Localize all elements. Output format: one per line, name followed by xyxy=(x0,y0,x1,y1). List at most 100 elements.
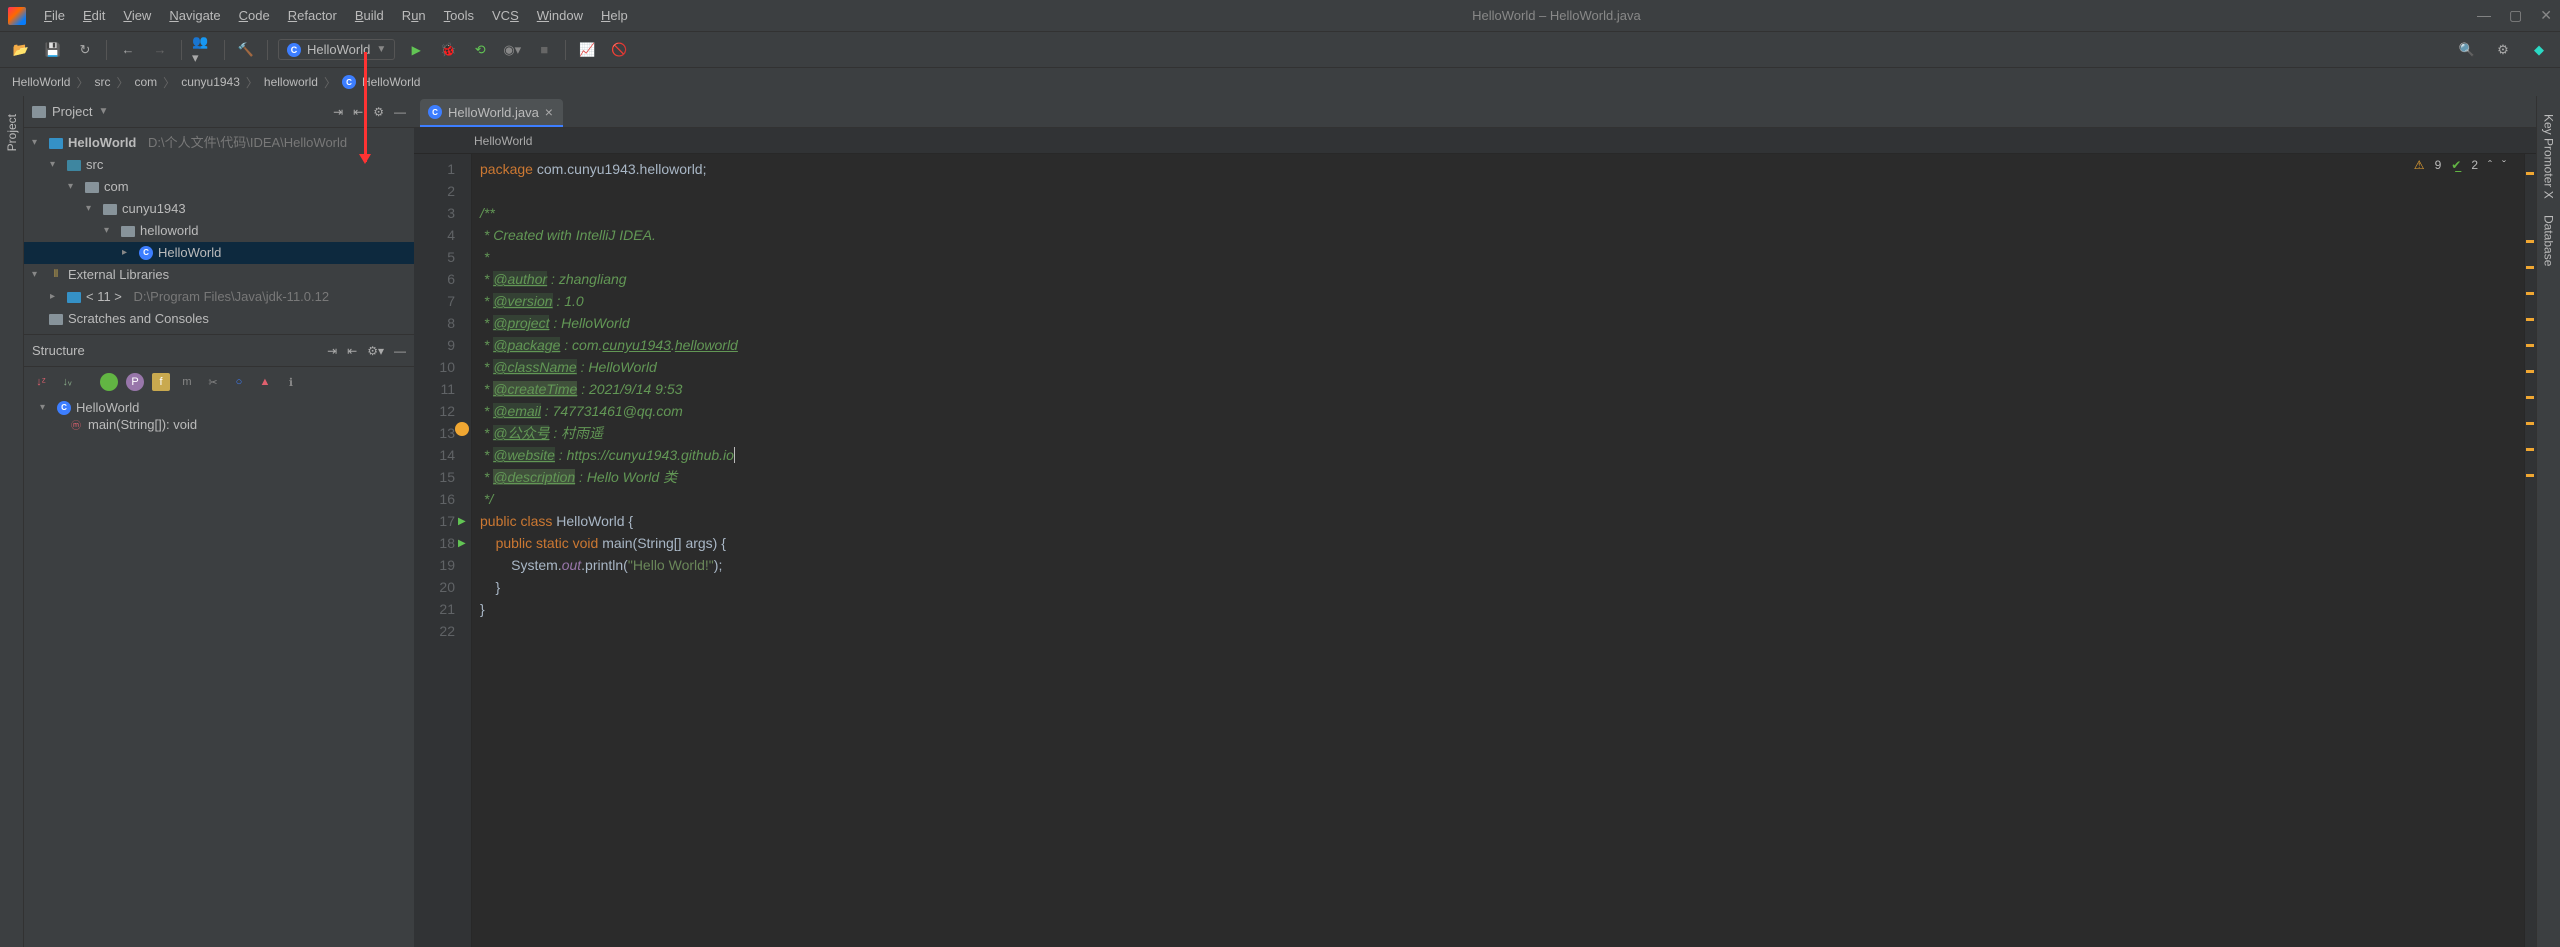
close-button[interactable]: ✕ xyxy=(2540,7,2552,24)
menu-code[interactable]: Code xyxy=(231,4,278,27)
hide-icon[interactable]: — xyxy=(394,105,406,119)
bc-3[interactable]: cunyu1943 xyxy=(181,75,240,89)
sync-icon[interactable]: ↻ xyxy=(74,39,96,61)
editor-breadcrumb: HelloWorld xyxy=(414,128,2536,154)
menu-navigate[interactable]: Navigate xyxy=(161,4,228,27)
tree-com[interactable]: ▾com xyxy=(24,176,414,198)
collapse-icon[interactable]: ⇥ xyxy=(333,105,343,119)
forward-icon[interactable]: → xyxy=(149,39,171,61)
left-tool-rail: Project xyxy=(0,96,24,947)
menu-run[interactable]: Run xyxy=(394,4,434,27)
open-icon[interactable]: 📂 xyxy=(10,39,32,61)
collapse-icon[interactable]: ⇥ xyxy=(327,344,337,358)
settings-icon[interactable]: ⚙ xyxy=(2492,39,2514,61)
code-editor[interactable]: 12345678910111213141516171819202122 ▶ ▶ … xyxy=(414,154,2536,947)
maximize-button[interactable]: ▢ xyxy=(2509,7,2522,24)
project-tool-tab[interactable]: Project xyxy=(3,106,21,159)
menu-window[interactable]: Window xyxy=(529,4,591,27)
menu-view[interactable]: View xyxy=(115,4,159,27)
editor-tab[interactable]: C HelloWorld.java × xyxy=(420,99,563,127)
tree-ext-lib[interactable]: ▾⫴External Libraries xyxy=(24,264,414,286)
database-tab[interactable]: Database xyxy=(2540,207,2558,274)
filter-x-icon[interactable]: ✂ xyxy=(204,373,222,391)
filter-o-icon[interactable]: ○ xyxy=(230,373,248,391)
tree-scratches[interactable]: Scratches and Consoles xyxy=(24,308,414,330)
next-icon[interactable]: ˇ xyxy=(2502,158,2506,172)
search-icon[interactable]: 🔍 xyxy=(2456,39,2478,61)
ide-icon[interactable]: ◆ xyxy=(2528,39,2550,61)
folder-icon xyxy=(32,106,46,118)
stop-button[interactable]: ■ xyxy=(533,39,555,61)
warning-icon: ⚠ xyxy=(2414,158,2425,172)
bc-4[interactable]: helloworld xyxy=(264,75,318,89)
tree-class[interactable]: ▸CHelloWorld xyxy=(24,242,414,264)
code-content[interactable]: package com.cunyu1943.helloworld; /** * … xyxy=(472,154,2524,947)
sort-icon[interactable]: ↓ᶻ xyxy=(32,373,50,391)
marker-bar[interactable] xyxy=(2524,154,2536,947)
back-icon[interactable]: ← xyxy=(117,39,139,61)
menu-file[interactable]: File xyxy=(36,4,73,27)
filter-p-icon[interactable]: P xyxy=(126,373,144,391)
tree-jdk[interactable]: ▸< 11 > D:\Program Files\Java\jdk-11.0.1… xyxy=(24,286,414,308)
window-title: HelloWorld – HelloWorld.java xyxy=(636,8,2477,23)
tree-root[interactable]: ▾HelloWorld D:\个人文件\代码\IDEA\HelloWorld xyxy=(24,132,414,154)
tab-bar: C HelloWorld.java × xyxy=(414,96,2536,128)
gear-icon[interactable]: ⚙▾ xyxy=(367,344,384,358)
menu-tools[interactable]: Tools xyxy=(436,4,482,27)
run-gutter-icon[interactable]: ▶ xyxy=(458,511,466,533)
menu-vcs[interactable]: VCS xyxy=(484,4,527,27)
debug-button[interactable]: 🐞 xyxy=(437,39,459,61)
editor-area: C HelloWorld.java × HelloWorld 123456789… xyxy=(414,96,2536,947)
filter-i-icon[interactable]: ℹ xyxy=(282,373,300,391)
close-tab-icon[interactable]: × xyxy=(545,104,553,120)
key-promoter-tab[interactable]: Key Promoter X xyxy=(2540,106,2558,207)
breadcrumb: HelloWorld〉 src〉 com〉 cunyu1943〉 hellowo… xyxy=(0,68,2560,96)
bc-0[interactable]: HelloWorld xyxy=(12,75,70,89)
build-icon[interactable]: 🔨 xyxy=(235,39,257,61)
bc-1[interactable]: src xyxy=(94,75,110,89)
bc-2[interactable]: com xyxy=(135,75,158,89)
tree-src[interactable]: ▾src xyxy=(24,154,414,176)
run-config-selector[interactable]: C HelloWorld ▼ xyxy=(278,39,395,60)
run-button[interactable]: ▶ xyxy=(405,39,427,61)
gear-icon[interactable]: ⚙ xyxy=(373,105,384,119)
intention-bulb-icon[interactable] xyxy=(455,422,469,436)
struct-class[interactable]: ▾CHelloWorld xyxy=(32,399,406,416)
minimize-button[interactable]: — xyxy=(2477,7,2491,24)
filter-m-icon[interactable]: m xyxy=(178,373,196,391)
annotation-arrow xyxy=(364,52,367,162)
menu-help[interactable]: Help xyxy=(593,4,636,27)
save-icon[interactable]: 💾 xyxy=(42,39,64,61)
gutter: 12345678910111213141516171819202122 ▶ ▶ xyxy=(414,154,472,947)
select-icon[interactable]: ⇤ xyxy=(347,344,357,358)
coverage-button[interactable]: ⟲ xyxy=(469,39,491,61)
prev-icon[interactable]: ˆ xyxy=(2488,158,2492,172)
tab-label: HelloWorld.java xyxy=(448,105,539,120)
activity-icon[interactable]: 📈 xyxy=(576,39,598,61)
title-bar: File Edit View Navigate Code Refactor Bu… xyxy=(0,0,2560,32)
typo-icon: ✔̲ xyxy=(2451,158,2461,172)
tree-cunyu[interactable]: ▾cunyu1943 xyxy=(24,198,414,220)
class-icon: C xyxy=(428,105,442,119)
run-gutter-icon[interactable]: ▶ xyxy=(458,533,466,555)
inspection-widget[interactable]: ⚠9 ✔̲2 ˆ ˇ xyxy=(2414,158,2506,172)
filter-a-icon[interactable]: ▲ xyxy=(256,373,274,391)
filter-f-icon[interactable]: f xyxy=(152,373,170,391)
intellij-icon xyxy=(8,7,26,25)
no-icon[interactable]: 🚫 xyxy=(608,39,630,61)
menu-refactor[interactable]: Refactor xyxy=(280,4,345,27)
filter-c-icon[interactable] xyxy=(100,373,118,391)
project-tree: ▾HelloWorld D:\个人文件\代码\IDEA\HelloWorld ▾… xyxy=(24,128,414,334)
sort2-icon[interactable]: ↓ᵥ xyxy=(58,373,76,391)
structure-panel: Structure ⇥ ⇤ ⚙▾ — ↓ᶻ ↓ᵥ P f m ✂ ○ ▲ ℹ xyxy=(24,334,414,947)
select-icon[interactable]: ⇤ xyxy=(353,105,363,119)
menu-edit[interactable]: Edit xyxy=(75,4,113,27)
users-icon[interactable]: 👥▾ xyxy=(192,39,214,61)
hide-icon[interactable]: — xyxy=(394,344,406,358)
menu-build[interactable]: Build xyxy=(347,4,392,27)
struct-method[interactable]: ⓜmain(String[]): void xyxy=(32,416,406,433)
tree-hello[interactable]: ▾helloworld xyxy=(24,220,414,242)
profile-button[interactable]: ◉▾ xyxy=(501,39,523,61)
bc-5[interactable]: HelloWorld xyxy=(362,75,420,89)
project-panel-header: Project ▼ ⇥ ⇤ ⚙ — xyxy=(24,96,414,128)
